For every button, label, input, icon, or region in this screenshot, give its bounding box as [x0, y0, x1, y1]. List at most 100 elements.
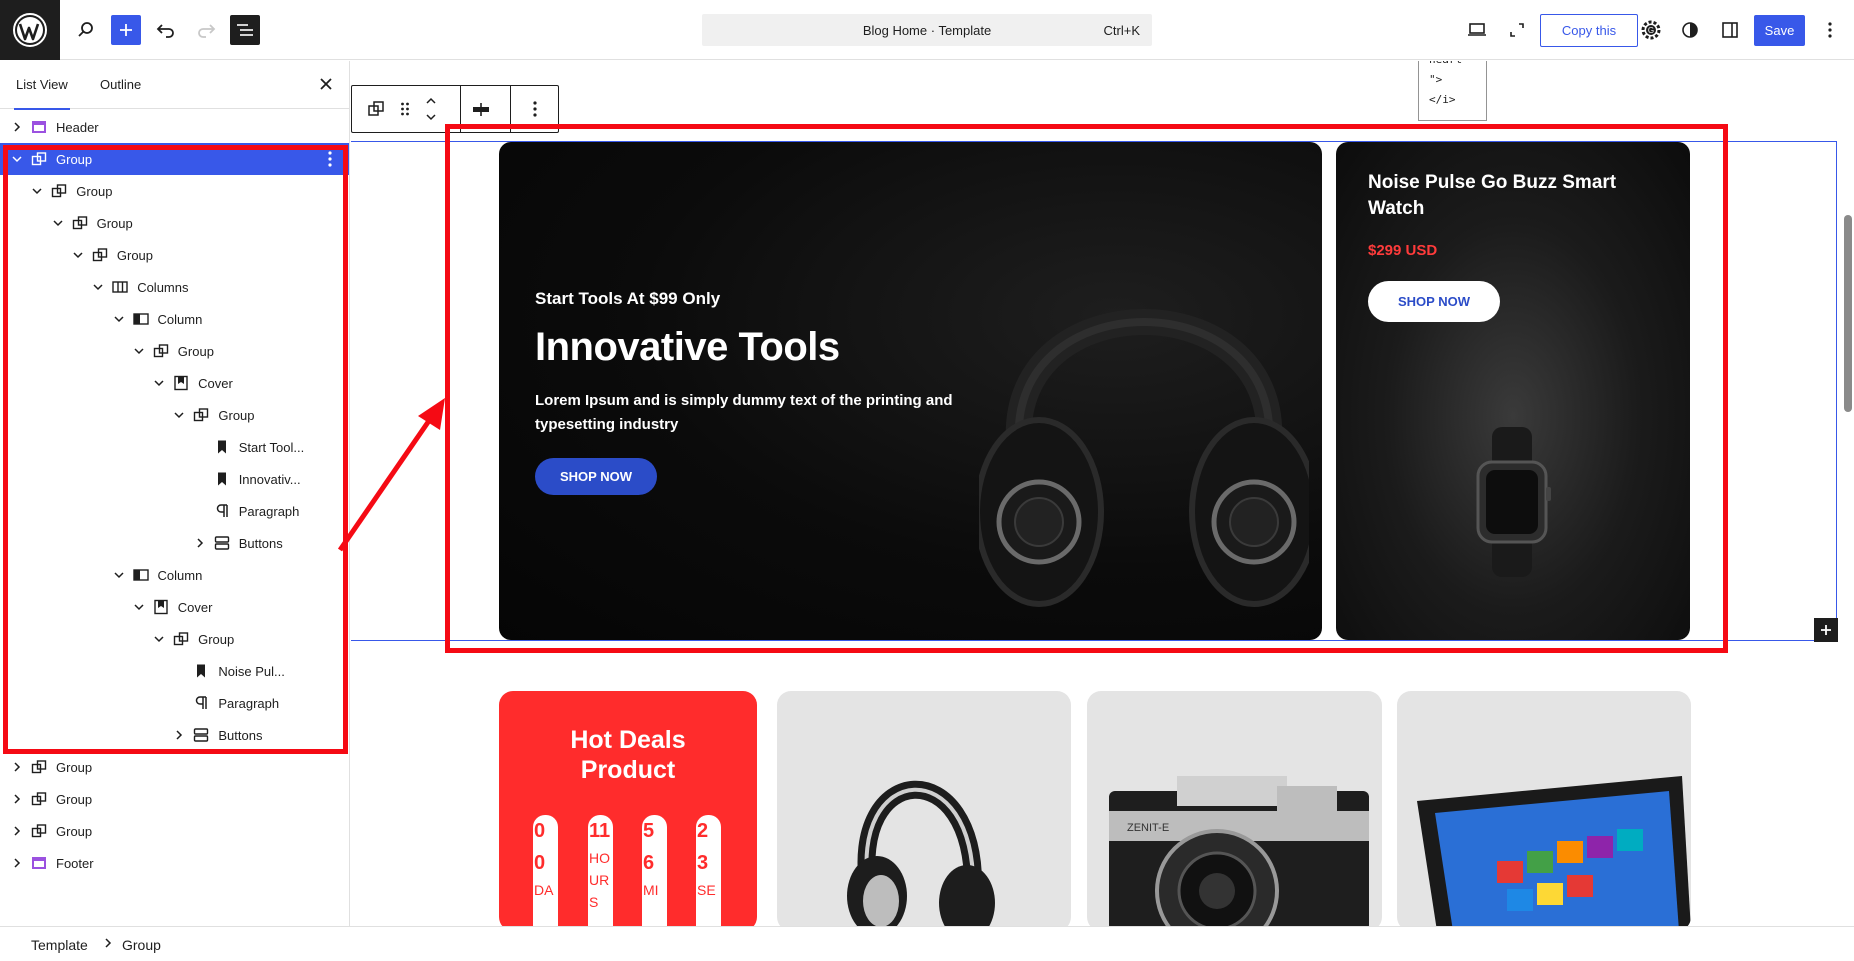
- breadcrumb-template[interactable]: Template: [31, 937, 88, 953]
- group-transform-icon[interactable]: [360, 86, 392, 132]
- chevron-right-icon[interactable]: [10, 792, 24, 806]
- tree-item-group[interactable]: Group: [0, 623, 349, 655]
- watch-shop-now-button[interactable]: SHOP NOW: [1368, 281, 1500, 322]
- tree-item-paragraph[interactable]: Paragraph: [0, 495, 349, 527]
- countdown-value: 6: [643, 852, 655, 874]
- tree-item-cover[interactable]: Cover: [0, 591, 349, 623]
- copy-this-button[interactable]: Copy this: [1540, 14, 1638, 47]
- countdown-unit: MI: [643, 882, 659, 898]
- chevron-down-icon[interactable]: [112, 568, 126, 582]
- desktop-preview-icon[interactable]: [1462, 15, 1492, 45]
- tree-item-group[interactable]: Group: [0, 751, 349, 783]
- hot-deals-heading: Hot Deals Product: [570, 726, 686, 784]
- countdown-unit: SE: [697, 882, 716, 898]
- hero-paragraph: Lorem Ipsum and is simply dummy text of …: [535, 392, 953, 433]
- tree-item-noise-pul[interactable]: Noise Pul...: [0, 655, 349, 687]
- tree-item-group[interactable]: Group: [0, 335, 349, 367]
- watch-cover[interactable]: Noise Pulse Go Buzz Smart Watch $299 USD…: [1336, 142, 1690, 640]
- tree-item-paragraph[interactable]: Paragraph: [0, 687, 349, 719]
- columns-icon: [112, 279, 128, 295]
- block-options-icon[interactable]: [322, 150, 338, 168]
- chevron-down-icon[interactable]: [112, 312, 126, 326]
- chevron-right-icon: [103, 936, 113, 953]
- cover-icon: [153, 599, 169, 615]
- chevron-down-icon[interactable]: [91, 280, 105, 294]
- chevron-right-icon[interactable]: [193, 536, 207, 550]
- chevron-down-icon[interactable]: [51, 216, 65, 230]
- heading-icon: [214, 471, 230, 487]
- wordpress-logo-icon[interactable]: [0, 0, 60, 60]
- close-icon[interactable]: [315, 73, 337, 95]
- countdown-unit: UR: [589, 872, 610, 888]
- tree-item-start-tool[interactable]: Start Tool...: [0, 431, 349, 463]
- tree-item-group[interactable]: Group: [0, 175, 349, 207]
- breadcrumb-group[interactable]: Group: [122, 937, 161, 953]
- chevron-right-icon[interactable]: [172, 728, 186, 742]
- chevron-down-icon[interactable]: [172, 408, 186, 422]
- command-palette-bar[interactable]: Blog Home · Template Ctrl+K: [702, 14, 1152, 46]
- tree-item-label: Group: [218, 408, 255, 423]
- tree-item-group[interactable]: Group: [0, 143, 349, 175]
- align-full-icon[interactable]: [461, 86, 501, 132]
- product-card-headphones[interactable]: [777, 691, 1071, 926]
- tree-item-label: Header: [56, 120, 99, 135]
- hero-shop-now-button[interactable]: SHOP NOW: [535, 458, 657, 495]
- product-card-tablet[interactable]: [1397, 691, 1691, 926]
- product-card-camera[interactable]: ZENIT-E: [1087, 691, 1382, 926]
- add-block-button[interactable]: [111, 15, 141, 45]
- tree-item-footer[interactable]: Footer: [0, 847, 349, 879]
- svg-text:G: G: [1648, 26, 1654, 35]
- settings-sidebar-icon[interactable]: [1715, 15, 1745, 45]
- tree-item-label: Paragraph: [218, 696, 280, 711]
- tree-item-buttons[interactable]: Buttons: [0, 527, 349, 559]
- chevron-right-icon[interactable]: [10, 760, 24, 774]
- chevron-down-icon[interactable]: [152, 376, 166, 390]
- chevron-down-icon[interactable]: [152, 632, 166, 646]
- chevron-down-icon[interactable]: [132, 344, 146, 358]
- tree-item-innovativ[interactable]: Innovativ...: [0, 463, 349, 495]
- tree-item-group[interactable]: Group: [0, 783, 349, 815]
- options-menu-icon[interactable]: [1815, 15, 1845, 45]
- plugin-gear-icon[interactable]: G: [1636, 15, 1666, 45]
- tab-list-view[interactable]: List View: [14, 77, 70, 110]
- group-icon: [193, 407, 209, 423]
- scrollbar-thumb[interactable]: [1844, 215, 1852, 412]
- tree-item-group[interactable]: Group: [0, 207, 349, 239]
- drag-handle-icon[interactable]: [392, 86, 418, 132]
- chevron-right-icon[interactable]: [10, 824, 24, 838]
- chevron-right-icon[interactable]: [10, 856, 24, 870]
- document-overview-button[interactable]: [230, 15, 260, 45]
- headphones-image: [974, 192, 1319, 617]
- hot-deals-card[interactable]: Hot Deals Product 0 0 DA 11 HO UR S 5 6 …: [499, 691, 757, 926]
- search-icon[interactable]: [71, 15, 101, 45]
- chevron-down-icon[interactable]: [132, 600, 146, 614]
- countdown-hours: 11 HO UR S: [588, 815, 613, 926]
- canvas-scrollbar[interactable]: [1842, 61, 1854, 926]
- tree-item-columns[interactable]: Columns: [0, 271, 349, 303]
- tree-item-header[interactable]: Header: [0, 111, 349, 143]
- tree-item-column[interactable]: Column: [0, 303, 349, 335]
- group-icon: [153, 343, 169, 359]
- move-up-down-icon[interactable]: [420, 86, 442, 132]
- chevron-down-icon[interactable]: [30, 184, 44, 198]
- tree-item-group[interactable]: Group: [0, 815, 349, 847]
- hero-cover[interactable]: Start Tools At $99 Only Innovative Tools…: [499, 142, 1322, 640]
- tree-item-column[interactable]: Column: [0, 559, 349, 591]
- chevron-right-icon[interactable]: [10, 120, 24, 134]
- save-button[interactable]: Save: [1754, 15, 1805, 46]
- styles-contrast-icon[interactable]: [1675, 15, 1705, 45]
- tree-item-buttons[interactable]: Buttons: [0, 719, 349, 751]
- block-options-icon[interactable]: [512, 86, 558, 132]
- tree-item-group[interactable]: Group: [0, 399, 349, 431]
- tree-item-group[interactable]: Group: [0, 239, 349, 271]
- tree-item-cover[interactable]: Cover: [0, 367, 349, 399]
- fullscreen-icon[interactable]: [1502, 15, 1532, 45]
- tab-outline[interactable]: Outline: [100, 77, 141, 92]
- redo-icon[interactable]: [191, 15, 221, 45]
- chevron-down-icon[interactable]: [10, 152, 24, 166]
- add-block-inline-button[interactable]: [1814, 618, 1838, 642]
- tree-item-label: Noise Pul...: [218, 664, 285, 679]
- chevron-down-icon[interactable]: [71, 248, 85, 262]
- undo-icon[interactable]: [151, 15, 181, 45]
- group-icon: [92, 247, 108, 263]
